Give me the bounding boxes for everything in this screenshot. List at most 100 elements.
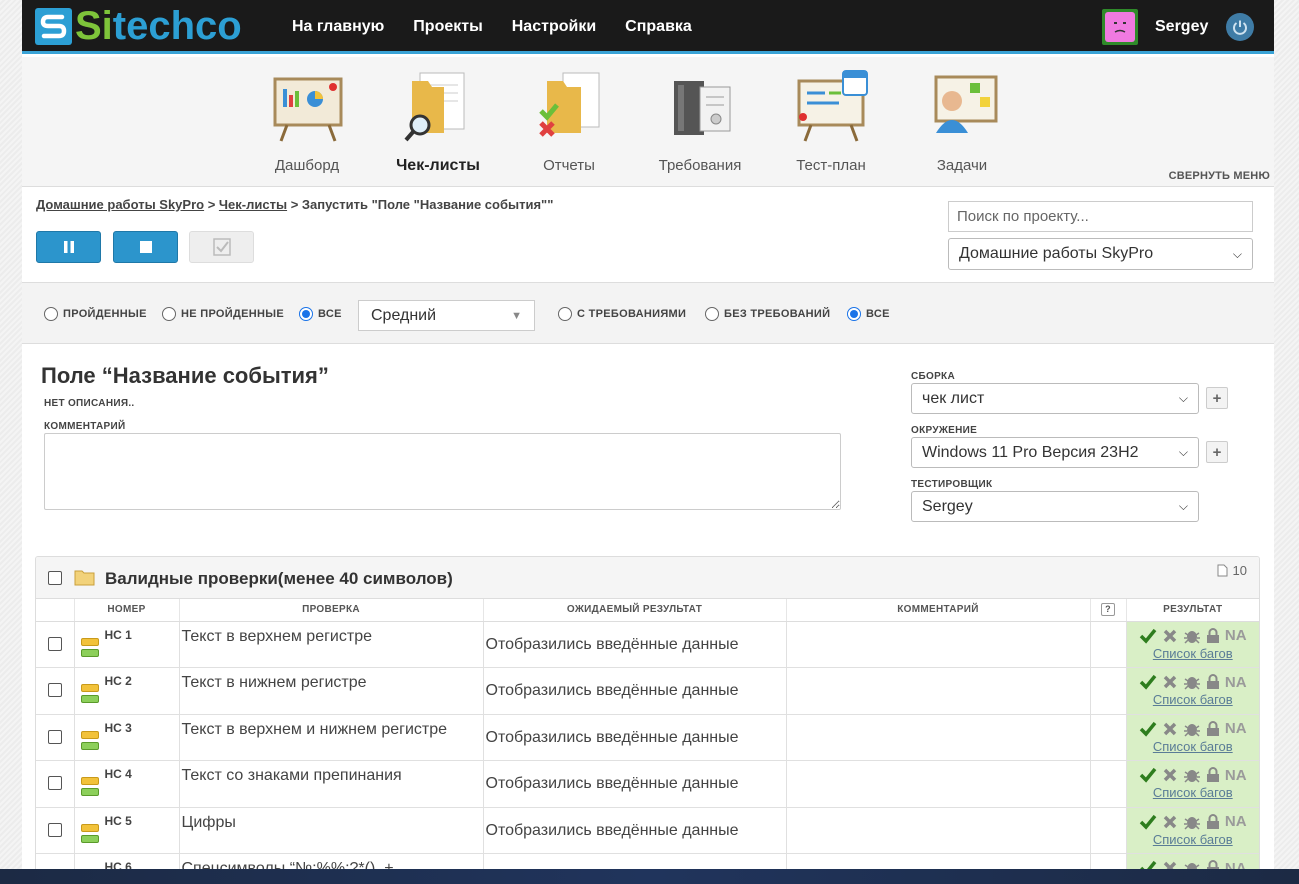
number-cell: HC 1: [74, 621, 180, 668]
filter-all-status-radio[interactable]: все: [299, 307, 342, 321]
pass-check-icon[interactable]: [1139, 814, 1157, 830]
case-number[interactable]: HC 5: [105, 808, 132, 846]
environment-select[interactable]: Windows 11 Pro Версия 23H2 ⌵: [911, 437, 1199, 468]
add-build-button[interactable]: +: [1206, 387, 1228, 409]
add-environment-button[interactable]: +: [1206, 441, 1228, 463]
module-checklists[interactable]: Чек-листы: [388, 67, 488, 175]
bug-icon[interactable]: [1183, 674, 1201, 690]
lock-icon[interactable]: [1206, 767, 1220, 783]
tag-green-icon: [80, 788, 99, 796]
module-reports[interactable]: Отчеты: [519, 67, 619, 174]
pause-button[interactable]: [36, 231, 101, 263]
row-checkbox[interactable]: [47, 776, 62, 790]
module-tasks[interactable]: Задачи: [912, 67, 1012, 174]
pass-check-icon[interactable]: [1139, 628, 1157, 644]
bug-list-link[interactable]: Список багов: [1127, 646, 1260, 661]
module-requirements[interactable]: Требования: [650, 67, 750, 174]
bug-icon[interactable]: [1183, 814, 1201, 830]
module-dashboard[interactable]: Дашборд: [257, 67, 357, 174]
radio-label: все: [866, 308, 890, 320]
avatar[interactable]: [1102, 9, 1138, 45]
bug-icon[interactable]: [1183, 767, 1201, 783]
bug-icon[interactable]: [1183, 721, 1201, 737]
nav-help[interactable]: Справка: [625, 18, 692, 36]
comment-cell[interactable]: [786, 621, 1091, 668]
filter-all-requirements-radio[interactable]: все: [847, 307, 890, 321]
bug-list-link[interactable]: Список багов: [1127, 692, 1260, 707]
fail-cross-icon[interactable]: [1162, 628, 1178, 644]
comment-cell[interactable]: [786, 760, 1091, 808]
case-count-value: 10: [1232, 563, 1247, 578]
radio-circle: [44, 307, 58, 321]
collapse-menu-link[interactable]: СВЕРНУТЬ МЕНЮ: [1169, 170, 1270, 182]
fail-cross-icon[interactable]: [1162, 721, 1178, 737]
lock-icon[interactable]: [1206, 674, 1220, 690]
lock-icon[interactable]: [1206, 813, 1220, 830]
suite-select-checkbox[interactable]: [48, 571, 62, 585]
stop-button[interactable]: [113, 231, 178, 263]
fail-cross-icon[interactable]: [1162, 674, 1178, 690]
logout-power-icon[interactable]: [1226, 13, 1254, 41]
filter-with-requirements-radio[interactable]: с требованиями: [558, 307, 686, 321]
help-icon[interactable]: ?: [1101, 603, 1115, 617]
tester-select[interactable]: Sergey ⌵: [911, 491, 1199, 522]
case-number[interactable]: HC 4: [105, 761, 132, 799]
not-applicable-button[interactable]: NA: [1225, 813, 1247, 830]
case-count: 10: [1217, 563, 1247, 578]
bug-icon[interactable]: [1183, 628, 1201, 644]
module-test-plan[interactable]: Тест-план: [781, 67, 881, 174]
bug-list-link[interactable]: Список багов: [1127, 785, 1260, 800]
case-number[interactable]: HC 1: [105, 622, 132, 660]
comment-cell[interactable]: [786, 714, 1091, 761]
row-checkbox[interactable]: [47, 683, 62, 697]
pass-check-icon[interactable]: [1139, 674, 1157, 690]
sitechco-logo[interactable]: Sitechco: [35, 6, 242, 46]
result-cell: NA Список багов: [1126, 621, 1259, 668]
not-applicable-button[interactable]: NA: [1225, 674, 1247, 691]
not-applicable-button[interactable]: NA: [1225, 720, 1247, 737]
not-applicable-button[interactable]: NA: [1225, 627, 1247, 644]
tasks-person-board-icon: [922, 67, 1002, 147]
priority-tags: [75, 715, 99, 753]
filter-without-requirements-radio[interactable]: без требований: [705, 307, 830, 321]
no-description-text: НЕТ ОПИСАНИЯ..: [44, 398, 135, 409]
filter-failed-radio[interactable]: не пройденные: [162, 307, 284, 321]
table-row: HC 3 Текст в верхнем и нижнем регистре Ото…: [36, 714, 1259, 761]
breadcrumb-project-link[interactable]: Домашние работы SkyPro: [36, 197, 204, 212]
project-select[interactable]: Домашние работы SkyPro ⌵: [948, 238, 1253, 270]
not-applicable-button[interactable]: NA: [1225, 767, 1247, 784]
row-checkbox[interactable]: [47, 822, 62, 837]
filter-passed-radio[interactable]: пройденные: [44, 307, 147, 321]
finish-button[interactable]: [189, 231, 254, 263]
table-row: HC 4 Текст со знаками препинания Отобразил…: [36, 760, 1260, 808]
comment-cell[interactable]: [786, 807, 1091, 854]
pass-check-icon[interactable]: [1139, 767, 1157, 783]
project-search-input[interactable]: [948, 201, 1253, 232]
pass-check-icon[interactable]: [1139, 721, 1157, 737]
case-number[interactable]: HC 3: [105, 715, 132, 753]
comment-cell[interactable]: [786, 667, 1091, 715]
build-label: СБОРКА: [911, 371, 955, 382]
lock-icon[interactable]: [1206, 627, 1220, 644]
main-nav: На главную Проекты Настройки Справка: [292, 0, 721, 54]
comment-textarea[interactable]: [44, 433, 841, 510]
priority-select[interactable]: Средний ▼: [358, 300, 535, 331]
fail-cross-icon[interactable]: [1162, 767, 1178, 783]
nav-home[interactable]: На главную: [292, 18, 384, 36]
bug-list-link[interactable]: Список багов: [1127, 832, 1260, 847]
lock-icon[interactable]: [1206, 720, 1220, 737]
row-checkbox[interactable]: [47, 636, 62, 651]
row-select-cell: [36, 714, 75, 761]
nav-settings[interactable]: Настройки: [512, 18, 596, 36]
priority-tags: [75, 668, 99, 706]
case-number[interactable]: HC 2: [105, 668, 132, 706]
username[interactable]: Sergey: [1155, 18, 1208, 36]
breadcrumb-checklists-link[interactable]: Чек-листы: [219, 197, 287, 212]
build-select[interactable]: чек лист ⌵: [911, 383, 1199, 414]
row-checkbox[interactable]: [47, 729, 62, 744]
col-expected: ОЖИДАЕМЫЙ РЕЗУЛЬТАТ: [483, 599, 787, 622]
nav-projects[interactable]: Проекты: [413, 18, 482, 36]
fail-cross-icon[interactable]: [1162, 814, 1178, 830]
priority-tags: [75, 761, 99, 799]
bug-list-link[interactable]: Список багов: [1127, 739, 1260, 754]
